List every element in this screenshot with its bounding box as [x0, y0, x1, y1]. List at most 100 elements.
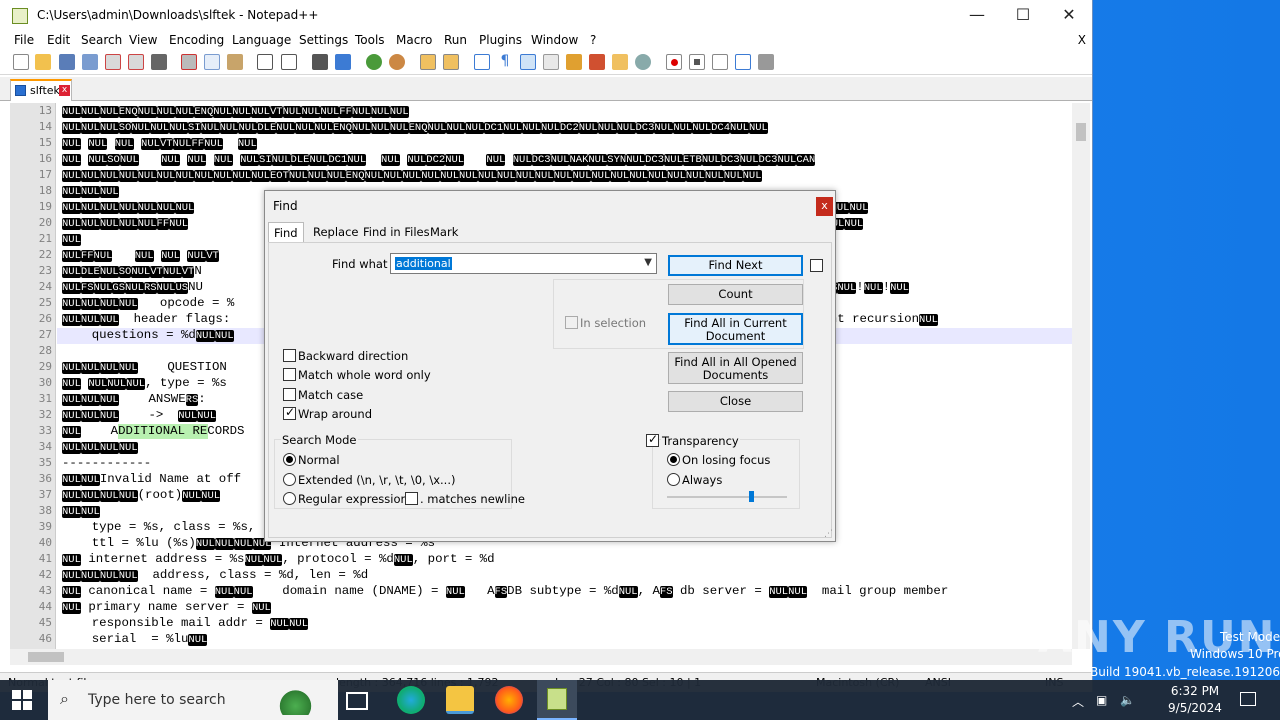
network-icon[interactable]: ▣ [1096, 693, 1107, 707]
replace-icon[interactable] [335, 54, 351, 70]
tab-slftek[interactable]: slftek x [10, 79, 72, 101]
menu-tools[interactable]: Tools [355, 33, 385, 47]
task-view-icon[interactable] [346, 692, 368, 710]
find-icon[interactable] [312, 54, 328, 70]
menu-run[interactable]: Run [444, 33, 467, 47]
new-file-icon[interactable] [13, 54, 29, 70]
zoom-out-icon[interactable] [389, 54, 405, 70]
code-line: NULNULNULSONULNULNULSINULNULNULDLENULNUL… [62, 119, 1072, 135]
save-macro-icon[interactable] [758, 54, 774, 70]
menu-help[interactable]: ? [590, 33, 596, 47]
control-char-token: RS [185, 394, 199, 406]
find-options-toggle-checkbox[interactable] [810, 259, 823, 272]
menu-settings[interactable]: Settings [299, 33, 348, 47]
menu-edit[interactable]: Edit [47, 33, 70, 47]
always-radio[interactable] [667, 473, 680, 486]
menu-search[interactable]: Search [81, 33, 122, 47]
find-what-input[interactable]: additional ▼ [390, 253, 657, 274]
chevron-down-icon[interactable]: ▼ [644, 257, 652, 268]
edge-browser-icon[interactable] [397, 686, 425, 714]
tab-find[interactable]: Find [268, 222, 304, 243]
menu-encoding[interactable]: Encoding [169, 33, 224, 47]
mode-normal-radio[interactable] [283, 453, 296, 466]
menu-view[interactable]: View [129, 33, 157, 47]
horizontal-scrollbar[interactable] [10, 649, 1072, 665]
taskbar-search-box[interactable]: ⌕ Type here to search [48, 680, 338, 720]
volume-icon[interactable]: 🔈 [1120, 693, 1135, 707]
tab-replace[interactable]: Replace [308, 222, 364, 242]
menu-plugins[interactable]: Plugins [479, 33, 522, 47]
close-file-icon[interactable] [105, 54, 121, 70]
run-macro-multiple-icon[interactable] [735, 54, 751, 70]
vertical-scrollbar[interactable] [1072, 103, 1090, 649]
notepad-plus-plus-taskbar-button[interactable] [537, 680, 577, 720]
user-language-icon[interactable] [543, 54, 559, 70]
sync-horizontal-icon[interactable] [443, 54, 459, 70]
mode-regex-radio[interactable] [283, 492, 296, 505]
playback-macro-icon[interactable] [712, 54, 728, 70]
taskbar-clock[interactable]: 6:32 PM 9/5/2024 [1160, 683, 1230, 717]
function-list-icon[interactable] [589, 54, 605, 70]
copy-icon[interactable] [204, 54, 220, 70]
menu-window[interactable]: Window [531, 33, 578, 47]
maximize-button[interactable]: ☐ [1000, 0, 1046, 31]
action-center-icon[interactable] [1240, 692, 1256, 706]
menu-macro[interactable]: Macro [396, 33, 432, 47]
control-char-token: NUL [187, 154, 207, 166]
transparency-slider-thumb[interactable] [749, 491, 754, 502]
resize-grip-icon[interactable]: ⋰ [824, 529, 833, 539]
mode-extended-radio[interactable] [283, 473, 296, 486]
menu-language[interactable]: Language [232, 33, 291, 47]
code-line: NUL canonical name = NULNUL domain name … [62, 584, 949, 598]
backward-direction-checkbox[interactable] [283, 349, 296, 362]
close-button[interactable]: Close [668, 391, 803, 412]
transparency-checkbox[interactable] [646, 432, 659, 447]
on-losing-focus-radio[interactable] [667, 453, 680, 466]
folder-workspace-icon[interactable] [612, 54, 628, 70]
show-hidden-icons-chevron-icon[interactable]: ︿ [1072, 693, 1084, 710]
undo-icon[interactable] [257, 54, 273, 70]
word-wrap-icon[interactable] [474, 54, 490, 70]
vertical-scroll-thumb[interactable] [1076, 123, 1086, 141]
find-all-opened-documents-button[interactable]: Find All in All Opened Documents [668, 352, 803, 384]
control-char-token: NUL [730, 122, 749, 134]
match-whole-word-checkbox[interactable] [283, 368, 296, 381]
tab-mark[interactable]: Mark [425, 222, 463, 242]
close-document-x[interactable]: X [1078, 33, 1086, 47]
find-next-button[interactable]: Find Next [668, 255, 803, 276]
horizontal-scroll-thumb[interactable] [28, 652, 64, 662]
wrap-around-checkbox[interactable] [283, 405, 296, 420]
match-case-checkbox[interactable] [283, 388, 296, 401]
show-all-characters-icon[interactable]: ¶ [497, 54, 513, 70]
monitoring-icon[interactable] [635, 54, 651, 70]
tab-close-icon[interactable]: x [59, 85, 70, 96]
sync-vertical-icon[interactable] [420, 54, 436, 70]
doc-map-icon[interactable] [566, 54, 582, 70]
file-explorer-icon[interactable] [446, 686, 474, 714]
count-button[interactable]: Count [668, 284, 803, 305]
indent-guide-icon[interactable] [520, 54, 536, 70]
record-macro-icon[interactable] [666, 54, 682, 70]
windows-start-icon[interactable] [12, 690, 32, 710]
open-file-icon[interactable] [35, 54, 51, 70]
stop-recording-icon[interactable] [689, 54, 705, 70]
save-icon[interactable] [59, 54, 75, 70]
cut-icon[interactable] [181, 54, 197, 70]
redo-icon[interactable] [281, 54, 297, 70]
find-all-current-document-button[interactable]: Find All in Current Document [668, 313, 803, 345]
tab-find-in-files[interactable]: Find in Files [358, 222, 435, 242]
close-all-icon[interactable] [128, 54, 144, 70]
control-char-token: NUL [80, 218, 100, 230]
zoom-in-icon[interactable] [366, 54, 382, 70]
firefox-icon[interactable] [495, 686, 523, 714]
control-char-token: NUL [618, 586, 638, 598]
close-window-button[interactable]: ✕ [1046, 0, 1092, 31]
paste-icon[interactable] [227, 54, 243, 70]
print-icon[interactable] [151, 54, 167, 70]
save-all-icon[interactable] [82, 54, 98, 70]
minimize-button[interactable]: — [954, 0, 1000, 31]
matches-newline-checkbox[interactable] [405, 492, 418, 505]
dialog-close-button[interactable]: x [816, 197, 833, 216]
menu-file[interactable]: File [14, 33, 34, 47]
transparency-slider-track[interactable] [667, 496, 787, 498]
